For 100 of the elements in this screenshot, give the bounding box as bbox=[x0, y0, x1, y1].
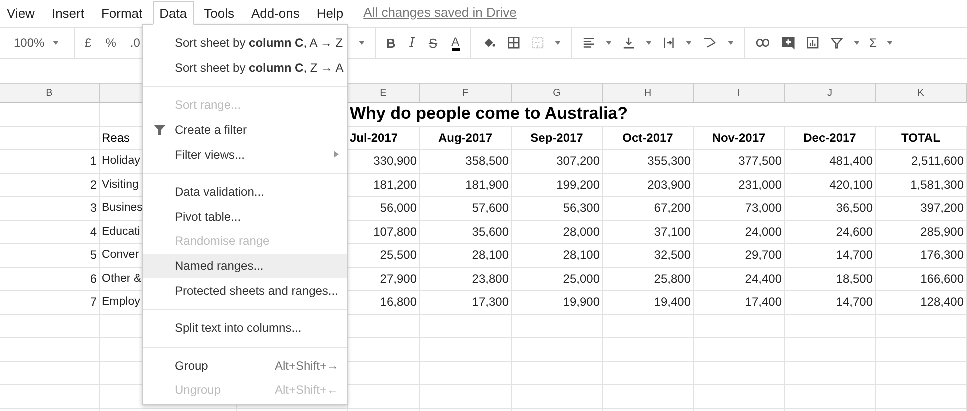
menu-item[interactable]: Add-ons bbox=[244, 0, 307, 24]
caret-icon[interactable] bbox=[686, 41, 692, 45]
table-cell: 37,100 bbox=[654, 224, 691, 239]
comment-icon[interactable] bbox=[782, 36, 794, 50]
table-cell: 27,900 bbox=[380, 272, 417, 286]
menu-item[interactable]: Pivot table... bbox=[143, 204, 347, 230]
column-header[interactable]: K bbox=[876, 83, 967, 103]
menu-item[interactable]: Help bbox=[310, 0, 351, 24]
table-cell: 355,300 bbox=[648, 154, 691, 168]
link-icon[interactable] bbox=[756, 38, 770, 48]
merge-cells-icon[interactable] bbox=[532, 37, 544, 49]
table-cell: 330,900 bbox=[374, 154, 417, 168]
table-cell: 24,000 bbox=[745, 224, 782, 239]
table-cell: 107,800 bbox=[374, 224, 417, 239]
caret-icon[interactable] bbox=[606, 41, 612, 45]
column-header[interactable]: I bbox=[694, 83, 785, 103]
table-cell: 1 bbox=[90, 154, 97, 168]
table-cell: 203,900 bbox=[648, 178, 691, 192]
menu-item[interactable]: Create a filter bbox=[143, 118, 347, 142]
table-cell: 17,300 bbox=[472, 295, 509, 310]
text-wrap-icon[interactable] bbox=[662, 37, 675, 49]
column-header[interactable]: B bbox=[0, 83, 100, 103]
table-cell: 481,400 bbox=[830, 154, 873, 168]
caret-icon[interactable] bbox=[728, 41, 734, 45]
caret-icon[interactable] bbox=[359, 41, 366, 45]
menu-item[interactable]: Tools bbox=[197, 0, 242, 24]
column-header[interactable]: F bbox=[420, 83, 512, 103]
borders-icon[interactable] bbox=[508, 37, 520, 49]
table-cell: 181,200 bbox=[374, 178, 417, 192]
table-cell: 25,000 bbox=[563, 272, 600, 286]
table-cell: 17,400 bbox=[745, 295, 782, 310]
toolbar-button[interactable]: Σ bbox=[870, 36, 878, 50]
toolbar-button[interactable]: £ bbox=[85, 36, 92, 50]
column-header[interactable]: E bbox=[348, 83, 420, 103]
strikethrough-button[interactable]: S bbox=[428, 36, 438, 50]
bold-button[interactable]: B bbox=[386, 36, 396, 50]
table-cell: 19,400 bbox=[654, 295, 691, 310]
table-cell: 3 bbox=[90, 201, 97, 216]
table-cell: 199,200 bbox=[556, 178, 600, 192]
table-cell: 2 bbox=[90, 178, 97, 192]
table-cell: 1,581,300 bbox=[910, 178, 964, 192]
table-cell: 23,800 bbox=[472, 272, 509, 286]
table-cell: 28,100 bbox=[472, 248, 509, 262]
menu-item[interactable]: Data bbox=[152, 0, 194, 24]
column-header[interactable]: J bbox=[785, 83, 876, 103]
table-cell: Busines bbox=[102, 202, 143, 214]
menu-item[interactable]: Split text into columns... bbox=[143, 316, 347, 341]
toolbar-button[interactable]: .0 bbox=[130, 36, 140, 50]
caret-icon[interactable] bbox=[887, 41, 894, 45]
caret-icon[interactable] bbox=[52, 41, 59, 45]
table-cell: 285,900 bbox=[920, 224, 964, 239]
table-cell: 4 bbox=[90, 224, 97, 239]
table-cell: 18,500 bbox=[836, 272, 873, 286]
menu-item[interactable]: Group Alt+Shift+→ bbox=[143, 354, 347, 378]
table-cell: 7 bbox=[90, 295, 97, 310]
table-cell: 397,200 bbox=[920, 201, 964, 216]
header-cell: Dec-2017 bbox=[804, 130, 856, 145]
menu-item[interactable]: Filter views... bbox=[143, 142, 347, 167]
header-cell: Reas bbox=[102, 130, 130, 145]
toolbar-button[interactable]: 100% bbox=[14, 36, 45, 50]
menu-item[interactable]: Format bbox=[94, 0, 150, 24]
table-cell: 166,600 bbox=[920, 272, 964, 286]
table-cell: 5 bbox=[90, 248, 97, 262]
table-cell: 36,500 bbox=[836, 201, 873, 216]
table-cell: 28,000 bbox=[563, 224, 600, 239]
table-cell: 231,000 bbox=[738, 178, 782, 192]
caret-icon[interactable] bbox=[554, 41, 561, 45]
vertical-align-icon[interactable] bbox=[622, 37, 635, 49]
menu-item[interactable]: Insert bbox=[44, 0, 92, 24]
table-cell: 57,600 bbox=[472, 201, 509, 216]
table-cell: 67,200 bbox=[654, 201, 691, 216]
text-color-button[interactable]: A bbox=[452, 36, 460, 50]
table-cell: 16,800 bbox=[380, 295, 417, 310]
table-cell: Other & bbox=[102, 272, 142, 285]
italic-button[interactable]: I bbox=[410, 36, 415, 50]
menu-item[interactable]: Named ranges... bbox=[143, 254, 347, 278]
header-cell: Nov-2017 bbox=[712, 130, 766, 145]
column-header[interactable]: H bbox=[603, 83, 694, 103]
column-header[interactable]: G bbox=[512, 83, 603, 103]
menu-item[interactable]: Data validation... bbox=[143, 180, 347, 205]
table-cell: 25,500 bbox=[380, 248, 417, 262]
table-cell: 25,800 bbox=[654, 272, 691, 286]
text-rotation-icon[interactable] bbox=[702, 37, 716, 49]
caret-icon[interactable] bbox=[646, 41, 652, 45]
table-cell: 35,600 bbox=[472, 224, 509, 239]
header-cell: Oct-2017 bbox=[622, 130, 674, 145]
table-cell: 28,100 bbox=[563, 248, 600, 262]
table-cell: 14,700 bbox=[836, 295, 873, 310]
toolbar-button[interactable]: % bbox=[106, 36, 116, 50]
table-cell: Holiday bbox=[102, 155, 140, 168]
caret-icon[interactable] bbox=[854, 41, 860, 45]
menu-item[interactable]: Sort sheet by column C, A → Z bbox=[143, 31, 347, 56]
menu-item[interactable]: View bbox=[0, 0, 42, 24]
filter-icon[interactable] bbox=[830, 37, 843, 49]
align-icon[interactable] bbox=[582, 38, 595, 48]
table-cell: Educati bbox=[102, 226, 140, 238]
menu-item[interactable]: Protected sheets and ranges... bbox=[143, 278, 347, 303]
chart-icon[interactable] bbox=[806, 37, 819, 49]
save-status-link[interactable]: All changes saved in Drive bbox=[364, 5, 517, 20]
menu-item[interactable]: Sort sheet by column C, Z → A bbox=[143, 56, 347, 80]
